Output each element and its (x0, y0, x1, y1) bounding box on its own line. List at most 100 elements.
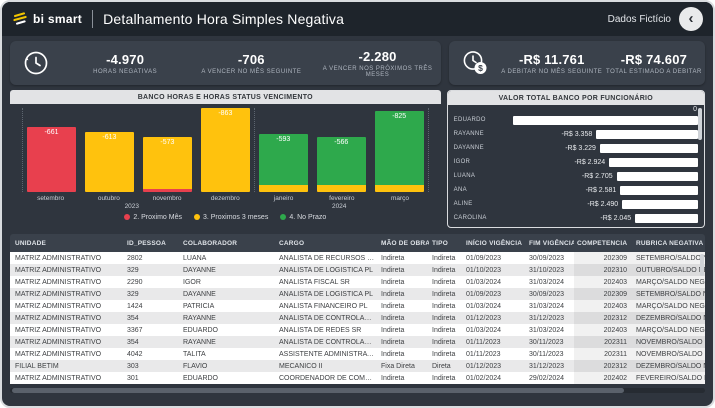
employee-bar[interactable] (513, 116, 698, 125)
column-header[interactable]: ID_PESSOA (124, 234, 180, 252)
bar-column[interactable]: -863 (201, 108, 250, 192)
table-row[interactable]: MATRIZ ADMINISTRATIVO2290IGORANALISTA FI… (10, 276, 705, 288)
table-row[interactable]: MATRIZ ADMINISTRATIVO1424PATRICIAANALIST… (10, 300, 705, 312)
kpi-label: TOTAL ESTIMADO A DEBITAR (603, 69, 705, 75)
table-cell: ASSISTENTE ADMINISTRATIVO (276, 348, 378, 360)
bar-column[interactable]: -566 (317, 108, 366, 192)
bar-value-label: -825 (375, 113, 424, 120)
employee-bar[interactable] (622, 200, 698, 209)
svg-text:$: $ (478, 63, 483, 73)
column-header[interactable]: FIM VIGÊNCIA (526, 234, 574, 252)
legend-item[interactable]: 3. Proximos 3 meses (194, 214, 268, 221)
table-row[interactable]: FILIAL BETIM303FLAVIOMECANICO IIFixa Dir… (10, 360, 705, 372)
table-row[interactable]: MATRIZ ADMINISTRATIVO2802LUANAANALISTA D… (10, 252, 705, 264)
bar-setembro[interactable]: -661 (27, 127, 76, 192)
bar-column[interactable]: -661 (27, 108, 76, 192)
axis-zero-tick: 0 (693, 106, 697, 113)
employee-bar[interactable] (609, 158, 698, 167)
clock-history-icon (10, 48, 62, 78)
table-vertical-scrollbar-thumb[interactable] (700, 254, 704, 276)
table-cell: Indireta (378, 372, 429, 384)
bar-column[interactable]: -613 (85, 108, 134, 192)
table-cell: 01/11/2023 (463, 336, 526, 348)
table-cell: 01/09/2023 (463, 288, 526, 300)
column-header[interactable]: COMPETENCIA (574, 234, 633, 252)
employee-bar-row[interactable]: IGOR-R$ 2.924 (454, 155, 698, 169)
table-cell: 01/03/2024 (463, 324, 526, 336)
table-row[interactable]: MATRIZ ADMINISTRATIVO3367EDUARDOANALISTA… (10, 324, 705, 336)
table-cell: 01/09/2023 (463, 252, 526, 264)
table-cell: 01/12/2023 (463, 312, 526, 324)
employee-bar-row[interactable]: RAYANNE-R$ 3.358 (454, 127, 698, 141)
employee-bar[interactable] (600, 144, 698, 153)
employee-bar-row[interactable]: EDUARDO (454, 113, 698, 127)
table-cell: 1424 (124, 300, 180, 312)
bar-column[interactable]: -573 (143, 108, 192, 192)
column-header[interactable]: UNIDADE (10, 234, 124, 252)
table-row[interactable]: MATRIZ ADMINISTRATIVO354RAYANNEANALISTA … (10, 336, 705, 348)
bar-fevereiro[interactable]: -566 (317, 137, 366, 192)
table-cell: Indireta (378, 312, 429, 324)
column-header[interactable]: INÍCIO VIGÊNCIA (463, 234, 526, 252)
table-cell: MATRIZ ADMINISTRATIVO (10, 300, 124, 312)
table-row[interactable]: MATRIZ ADMINISTRATIVO329DAYANNEANALISTA … (10, 288, 705, 300)
detail-table-panel: UNIDADEID_PESSOACOLABORADORCARGOMÃO DE O… (10, 234, 705, 394)
legend-item[interactable]: 2. Proximo Mês (124, 214, 182, 221)
panel-title: BANCO HORAS E HORAS STATUS VENCIMENTO (10, 90, 441, 104)
table-row[interactable]: MATRIZ ADMINISTRATIVO354RAYANNEANALISTA … (10, 312, 705, 324)
bismart-logo: bi smart (12, 11, 82, 27)
table-horizontal-scrollbar[interactable] (10, 388, 705, 393)
table-cell: ANALISTA FISCAL SR (276, 276, 378, 288)
employee-bar-row[interactable]: ALINE-R$ 2.490 (454, 197, 698, 211)
table-cell: 202309 (574, 252, 633, 264)
table-row[interactable]: MATRIZ ADMINISTRATIVO4042TALITAASSISTENT… (10, 348, 705, 360)
bar-janeiro[interactable]: -593 (259, 134, 308, 192)
employee-bar[interactable] (596, 130, 698, 139)
column-header[interactable]: TIPO (429, 234, 463, 252)
employee-bar[interactable] (635, 214, 698, 223)
table-cell: MATRIZ ADMINISTRATIVO (10, 336, 124, 348)
column-header[interactable]: COLABORADOR (180, 234, 276, 252)
table-cell: OUTUBRO/SALDO NEGATIVO (633, 264, 705, 276)
bar-value-label: -661 (27, 129, 76, 136)
detail-table: UNIDADEID_PESSOACOLABORADORCARGOMÃO DE O… (10, 234, 705, 384)
vertical-scrollbar-thumb[interactable] (698, 108, 702, 140)
employee-bar[interactable] (617, 172, 698, 181)
employee-bar-row[interactable]: LUANA-R$ 2.705 (454, 169, 698, 183)
column-header[interactable]: CARGO (276, 234, 378, 252)
axis-month-label: dezembro (201, 195, 250, 202)
table-row[interactable]: MATRIZ ADMINISTRATIVO329DAYANNEANALISTA … (10, 264, 705, 276)
axis-month-label: novembro (142, 195, 191, 202)
table-cell: Direta (429, 360, 463, 372)
legend-item[interactable]: 4. No Prazo (280, 214, 326, 221)
table-cell: EDUARDO (180, 324, 276, 336)
logo-text: bi smart (33, 12, 82, 26)
employee-bar-row[interactable]: ANA-R$ 2.581 (454, 183, 698, 197)
table-row[interactable]: MATRIZ ADMINISTRATIVO301EDUARDOCOORDENAD… (10, 372, 705, 384)
table-cell: ANALISTA DE LOGISTICA PL (276, 288, 378, 300)
bar-outubro[interactable]: -613 (85, 132, 134, 192)
employee-bar-row[interactable]: DAYANNE-R$ 3.229 (454, 141, 698, 155)
bar-column[interactable]: -593 (254, 108, 308, 192)
bar-novembro[interactable]: -573 (143, 137, 192, 192)
bar-março[interactable]: -825 (375, 111, 424, 192)
bar-column[interactable]: -825 (375, 108, 424, 192)
table-cell: 202312 (574, 360, 633, 372)
back-button[interactable]: ‹ (679, 7, 703, 31)
table-cell: FLAVIO (180, 360, 276, 372)
table-cell: Indireta (429, 312, 463, 324)
table-cell: 202402 (574, 372, 633, 384)
employee-bar-row[interactable]: CAROLINA-R$ 2.045 (454, 211, 698, 225)
axis-month-label: janeiro (259, 195, 308, 202)
bar-dezembro[interactable]: -863 (201, 108, 250, 192)
bismart-logo-icon (12, 11, 28, 27)
employee-bar[interactable] (620, 186, 698, 195)
employee-name: ANA (454, 187, 506, 193)
kpi-debitar-mes-seguinte: -R$ 11.761 A DEBITAR NO MÊS SEGUINTE (501, 52, 603, 75)
column-header[interactable]: RUBRICA NEGATIVA (633, 234, 705, 252)
kpi-value: -2.280 (314, 49, 440, 64)
table-horizontal-scrollbar-thumb[interactable] (12, 388, 624, 393)
table-cell: 354 (124, 336, 180, 348)
table-cell: Indireta (429, 372, 463, 384)
column-header[interactable]: MÃO DE OBRA (378, 234, 429, 252)
